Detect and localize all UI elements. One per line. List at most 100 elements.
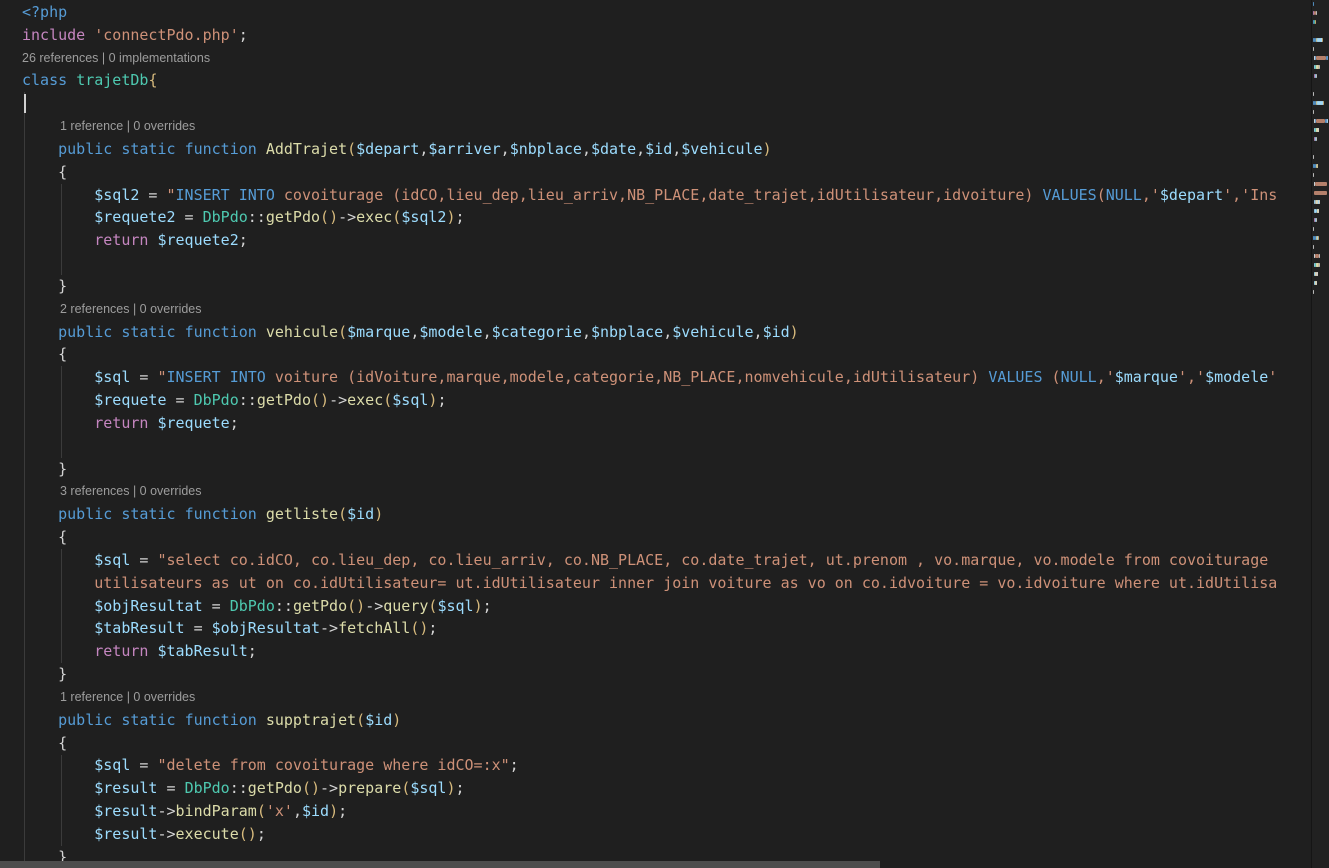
code-line[interactable]: return $tabResult;	[0, 640, 1312, 663]
code-token: ,	[663, 323, 672, 341]
code-line[interactable]: $result = DbPdo::getPdo()->prepare($sql)…	[0, 777, 1312, 800]
code-token	[22, 574, 94, 592]
code-token: (	[311, 391, 320, 409]
code-line[interactable]: $sql = "delete from covoiturage where id…	[0, 754, 1312, 777]
code-line[interactable]: public static function supptrajet($id)	[0, 709, 1312, 732]
indent-guide	[61, 366, 62, 457]
code-token: $sql	[94, 756, 130, 774]
code-token: getPdo	[248, 779, 302, 797]
code-token: ;	[230, 414, 239, 432]
code-token: public	[58, 140, 112, 158]
code-token: $nbplace	[510, 140, 582, 158]
code-token: $result	[94, 779, 157, 797]
code-line[interactable]: class trajetDb{	[0, 69, 1312, 92]
code-token: ->	[338, 208, 356, 226]
code-token: {	[58, 734, 67, 752]
codelens-link[interactable]: 3 references | 0 overrides	[0, 480, 1312, 503]
code-token: prepare	[338, 779, 401, 797]
code-token: ->	[320, 619, 338, 637]
codelens-link[interactable]: 1 reference | 0 overrides	[0, 686, 1312, 709]
code-token: $sql	[437, 597, 473, 615]
code-line[interactable]: $sql = "select co.idCO, co.lieu_dep, co.…	[0, 549, 1312, 572]
code-line[interactable]	[0, 435, 1312, 458]
code-token: static	[121, 323, 175, 341]
code-line[interactable]: $objResultat = DbPdo::getPdo()->query($s…	[0, 595, 1312, 618]
code-token: ;	[483, 597, 492, 615]
code-token: )	[763, 140, 772, 158]
code-token	[22, 231, 94, 249]
code-line[interactable]: return $requete;	[0, 412, 1312, 435]
code-line[interactable]: {	[0, 732, 1312, 755]
code-line[interactable]: public static function AddTrajet($depart…	[0, 138, 1312, 161]
code-token: $arriver	[428, 140, 500, 158]
horizontal-scrollbar-thumb[interactable]	[0, 861, 880, 868]
minimap[interactable]	[1311, 0, 1329, 868]
code-token: $nbplace	[591, 323, 663, 341]
code-line[interactable]: }	[0, 275, 1312, 298]
code-line[interactable]: $result->bindParam('x',$id);	[0, 800, 1312, 823]
code-line[interactable]	[0, 252, 1312, 275]
code-token: "	[157, 368, 166, 386]
minimap-line-mark	[1319, 65, 1320, 69]
code-line[interactable]: {	[0, 526, 1312, 549]
codelens-link[interactable]: 26 references | 0 implementations	[0, 47, 1312, 70]
code-line[interactable]: $sql = "INSERT INTO voiture (idVoiture,m…	[0, 366, 1312, 389]
code-token	[176, 505, 185, 523]
code-token: $depart	[1160, 186, 1223, 204]
code-token: ,	[582, 140, 591, 158]
minimap-line-mark	[1313, 110, 1314, 114]
code-token: getPdo	[293, 597, 347, 615]
code-line[interactable]: {	[0, 343, 1312, 366]
code-token	[22, 460, 58, 478]
code-token: )	[248, 825, 257, 843]
code-token: {	[58, 345, 67, 363]
code-token: )	[446, 779, 455, 797]
minimap-line-mark	[1313, 227, 1314, 231]
code-token: $objResultat	[94, 597, 202, 615]
code-token: ,	[483, 323, 492, 341]
code-token: supptrajet	[266, 711, 356, 729]
codelens-link[interactable]: 1 reference | 0 overrides	[0, 115, 1312, 138]
code-token	[176, 711, 185, 729]
minimap-line-mark	[1317, 164, 1318, 168]
code-line[interactable]: public static function vehicule($marque,…	[0, 321, 1312, 344]
code-token: return	[94, 642, 148, 660]
code-line[interactable]: utilisateurs as ut on co.idUtilisateur= …	[0, 572, 1312, 595]
code-token	[22, 825, 94, 843]
code-token	[22, 414, 94, 432]
code-line[interactable]	[0, 92, 1312, 115]
code-line[interactable]: include 'connectPdo.php';	[0, 24, 1312, 47]
minimap-line-mark	[1315, 20, 1316, 24]
code-token	[22, 345, 58, 363]
code-token: public	[58, 711, 112, 729]
code-line[interactable]: return $requete2;	[0, 229, 1312, 252]
code-line[interactable]: {	[0, 161, 1312, 184]
code-line[interactable]: public static function getliste($id)	[0, 503, 1312, 526]
code-token: )	[374, 505, 383, 523]
code-token: function	[185, 140, 257, 158]
horizontal-scrollbar[interactable]	[0, 861, 1312, 868]
codelens-link[interactable]: 2 references | 0 overrides	[0, 298, 1312, 321]
code-token: static	[121, 140, 175, 158]
code-editor[interactable]: <?phpinclude 'connectPdo.php';26 referen…	[0, 0, 1312, 868]
code-token: $requete	[94, 391, 166, 409]
code-token: $sql	[94, 551, 130, 569]
code-token	[257, 711, 266, 729]
code-line[interactable]: $requete2 = DbPdo::getPdo()->exec($sql2)…	[0, 206, 1312, 229]
code-token: ,	[754, 323, 763, 341]
code-line[interactable]: }	[0, 458, 1312, 481]
code-token: ','Ins	[1223, 186, 1277, 204]
code-token: vehicule	[266, 323, 338, 341]
code-line[interactable]: <?php	[0, 1, 1312, 24]
code-token: ,	[636, 140, 645, 158]
code-line[interactable]: $result->execute();	[0, 823, 1312, 846]
code-token	[85, 26, 94, 44]
code-token: AddTrajet	[266, 140, 347, 158]
code-line[interactable]: $tabResult = $objResultat->fetchAll();	[0, 617, 1312, 640]
code-line[interactable]: }	[0, 663, 1312, 686]
code-token: execute	[176, 825, 239, 843]
code-line[interactable]: $sql2 = "INSERT INTO covoiturage (idCO,l…	[0, 184, 1312, 207]
code-token: 'connectPdo.php'	[94, 26, 239, 44]
code-token: $categorie	[492, 323, 582, 341]
code-line[interactable]: $requete = DbPdo::getPdo()->exec($sql);	[0, 389, 1312, 412]
